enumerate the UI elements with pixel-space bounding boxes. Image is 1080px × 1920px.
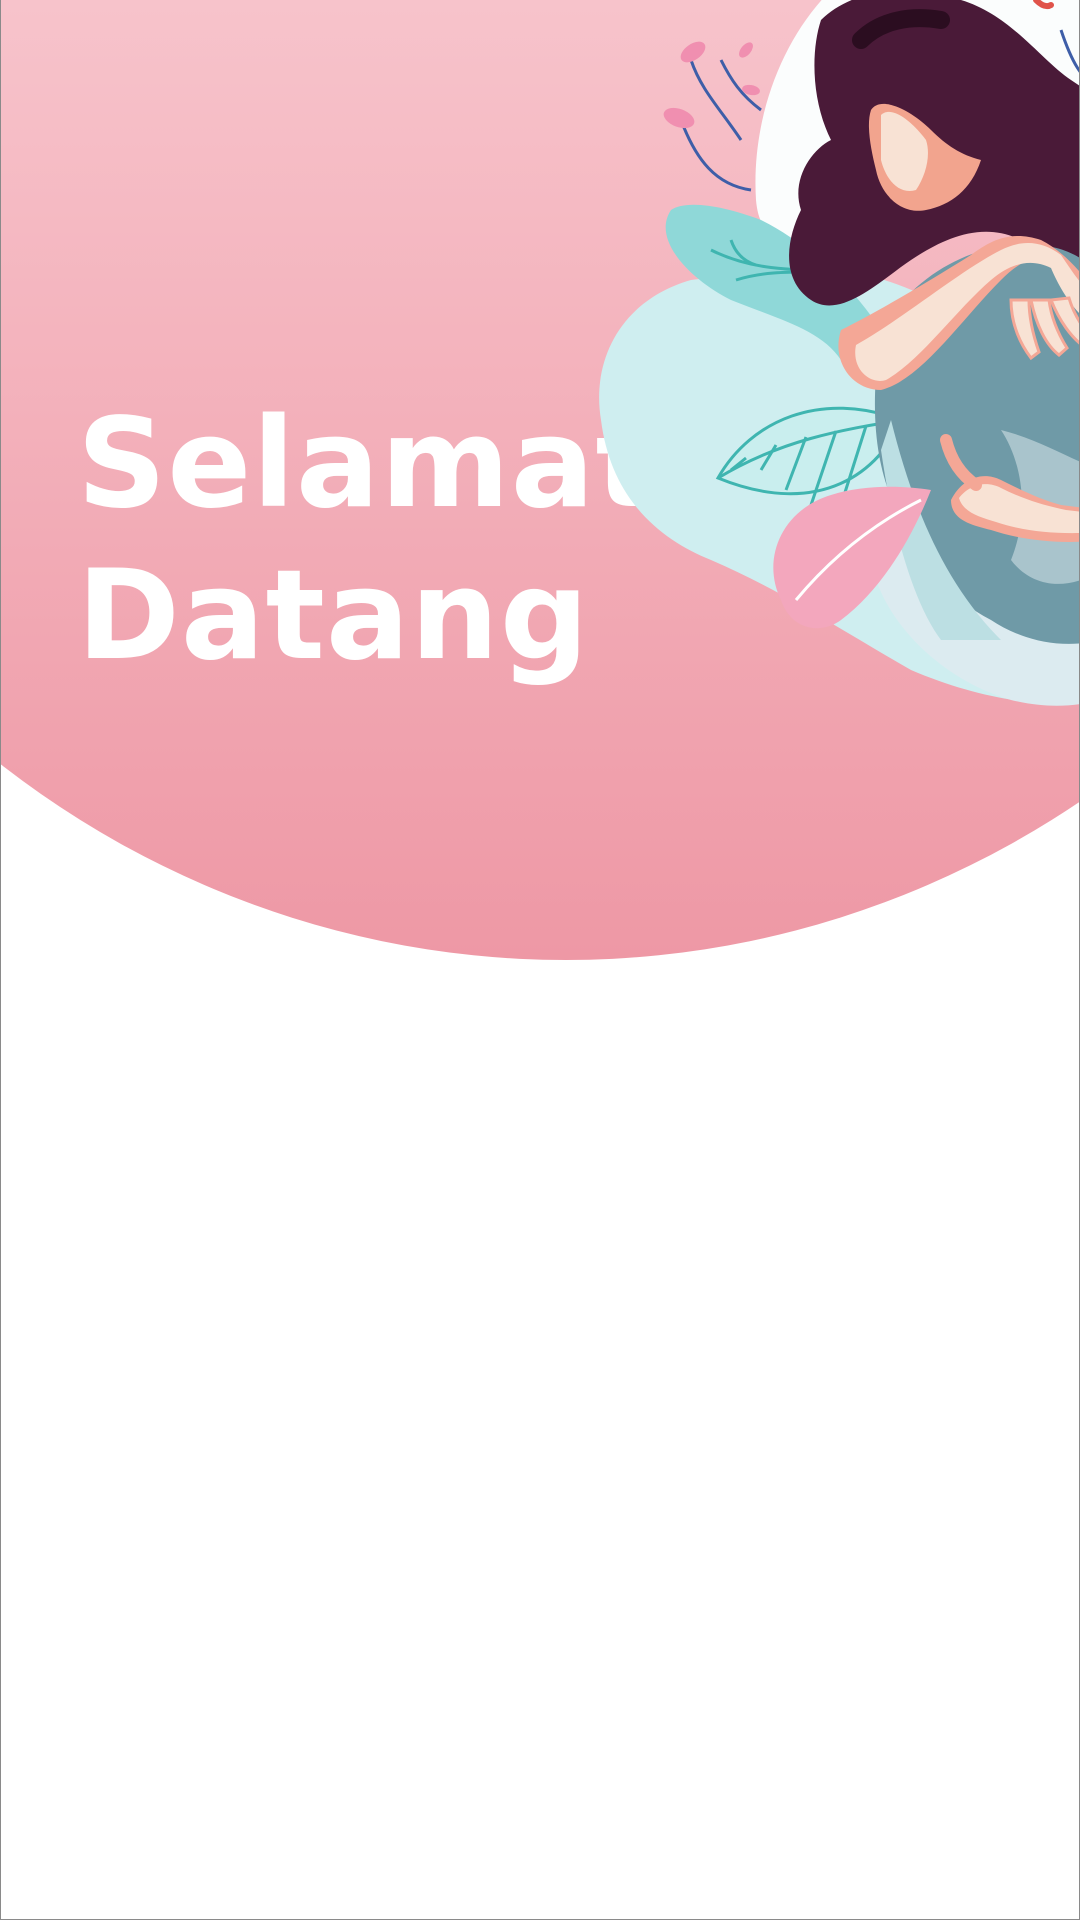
welcome-screen: Selamat Datang <box>0 0 1080 1920</box>
welcome-title: Selamat Datang <box>77 388 656 692</box>
welcome-title-line2: Datang <box>77 544 590 688</box>
welcome-title-line1: Selamat <box>77 392 656 536</box>
hero-banner: Selamat Datang <box>1 0 1079 960</box>
woman-hugging-knees-illustration <box>599 0 1079 706</box>
